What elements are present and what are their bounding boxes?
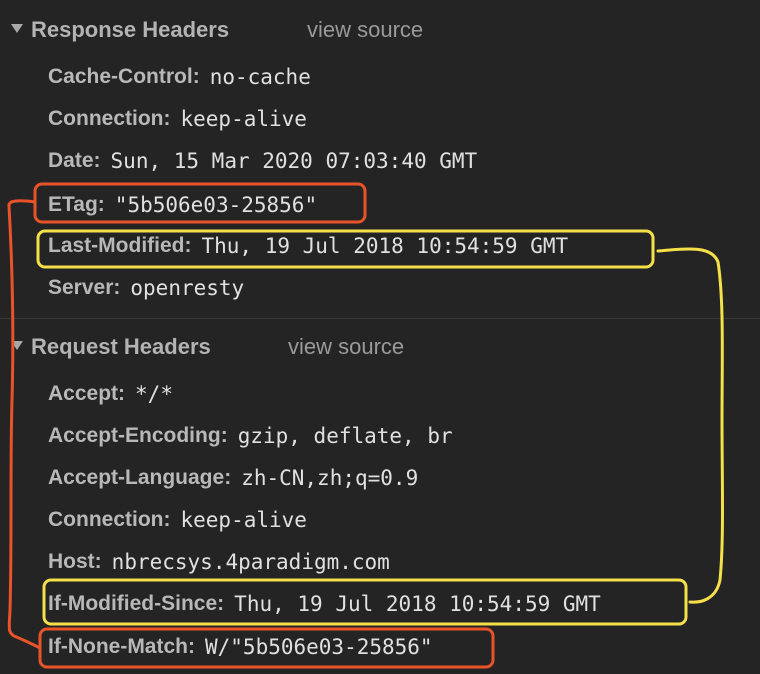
header-name: Connection [48, 107, 164, 130]
header-value: Thu, 19 Jul 2018 10:54:59 GMT [201, 234, 569, 258]
header-name: Cache-Control [48, 65, 193, 88]
header-row: Accept-Encoding: gzip, deflate, br [48, 424, 453, 448]
header-row: Connection: keep-alive [48, 107, 307, 131]
section-divider [0, 318, 760, 319]
header-name: Connection [48, 508, 164, 531]
collapse-caret-icon[interactable] [11, 341, 23, 350]
header-name: Host [48, 550, 95, 573]
header-name: Accept-Encoding [48, 424, 221, 447]
header-row: Host: nbrecsys.4paradigm.com [48, 550, 390, 574]
header-name: Last-Modified [48, 234, 185, 257]
header-value: */* [135, 382, 173, 406]
header-value: no-cache [209, 65, 311, 89]
header-row: Connection: keep-alive [48, 508, 307, 532]
header-value: keep-alive [180, 107, 307, 131]
etag-connector-line [7, 199, 42, 650]
header-name: Date [48, 149, 94, 172]
last-modified-connector-line [656, 247, 724, 604]
response-headers-section[interactable]: Response Headers view source [0, 12, 760, 48]
collapse-caret-icon[interactable] [11, 24, 23, 33]
header-row: Server: openresty [48, 276, 245, 300]
header-name: If-Modified-Since [48, 592, 218, 615]
view-source-link[interactable]: view source [288, 334, 404, 360]
request-headers-section[interactable]: Request Headers view source [0, 329, 760, 365]
header-row: Cache-Control: no-cache [48, 65, 311, 89]
header-value: Thu, 19 Jul 2018 10:54:59 GMT [234, 592, 601, 616]
header-value: keep-alive [180, 508, 307, 532]
header-value: Sun, 15 Mar 2020 07:03:40 GMT [110, 149, 478, 173]
view-source-link[interactable]: view source [307, 17, 423, 43]
header-value: "5b506e03-25856" [114, 193, 318, 217]
header-row: Accept: */* [48, 382, 173, 406]
header-value: openresty [130, 276, 245, 300]
header-row-etag: ETag: "5b506e03-25856" [48, 193, 318, 217]
header-name: Server [48, 276, 114, 299]
header-row-if-modified-since: If-Modified-Since: Thu, 19 Jul 2018 10:5… [48, 592, 601, 616]
header-row: Date: Sun, 15 Mar 2020 07:03:40 GMT [48, 149, 478, 173]
header-name: Accept [48, 382, 119, 405]
header-value: W/"5b506e03-25856" [205, 635, 433, 659]
header-value: zh-CN,zh;q=0.9 [241, 466, 419, 490]
header-row-last-modified: Last-Modified: Thu, 19 Jul 2018 10:54:59… [48, 234, 569, 258]
header-value: gzip, deflate, br [237, 424, 453, 448]
header-value: nbrecsys.4paradigm.com [111, 550, 390, 574]
header-name: Accept-Language [48, 466, 225, 489]
header-name: If-None-Match [48, 635, 188, 658]
header-row-if-none-match: If-None-Match: W/"5b506e03-25856" [48, 635, 433, 659]
header-name: ETag [48, 193, 98, 216]
section-title: Response Headers [31, 17, 230, 42]
header-row: Accept-Language: zh-CN,zh;q=0.9 [48, 466, 419, 490]
section-title: Request Headers [31, 334, 211, 359]
